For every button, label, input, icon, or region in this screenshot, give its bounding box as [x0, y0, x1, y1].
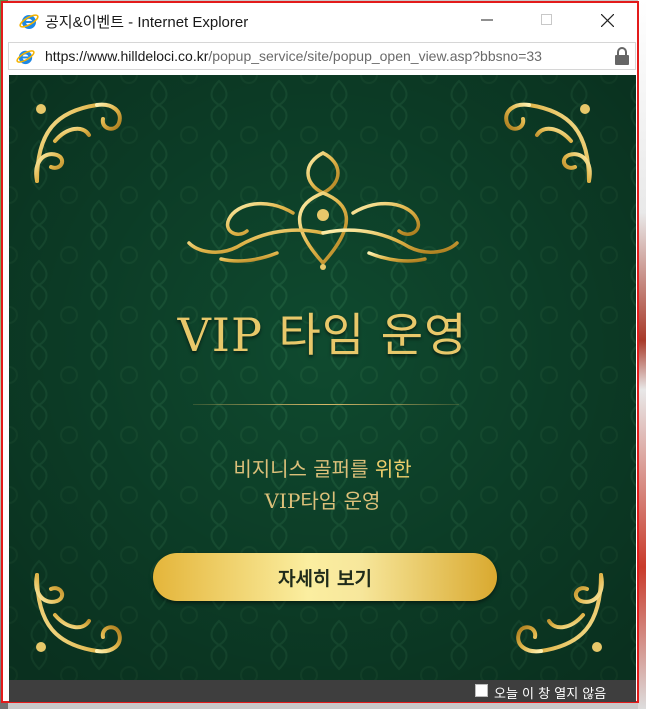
background-app-right: [638, 0, 646, 709]
dont-open-today-checkbox[interactable]: [475, 684, 488, 697]
center-ornament: [187, 151, 459, 270]
dont-open-today-label[interactable]: 오늘 이 창 열지 않음: [494, 683, 606, 702]
popup-content: VIP 타임 운영 비지니스 골퍼를 위한 VIP타임 운영 자세히 보기: [9, 75, 636, 680]
popup-heading: VIP 타임 운영: [177, 308, 468, 362]
window-title: 공지&이벤트 - Internet Explorer: [45, 14, 249, 31]
popup-window: 공지&이벤트 - Internet Explorer https://www.h…: [1, 1, 639, 703]
minimize-button[interactable]: [459, 3, 515, 37]
corner-ornament-bottom-right: [516, 573, 604, 654]
corner-ornament-top-right: [504, 102, 592, 183]
view-details-button[interactable]: 자세히 보기: [153, 553, 497, 601]
title-bar[interactable]: 공지&이벤트 - Internet Explorer: [3, 3, 637, 37]
corner-ornament-bottom-left: [34, 573, 122, 654]
corner-ornament-top-left: [34, 102, 122, 183]
address-bar[interactable]: https://www.hilldeloci.co.kr/popup_servi…: [8, 42, 636, 70]
url-path: /popup_service/site/popup_open_view.asp?…: [208, 48, 542, 64]
close-button[interactable]: [579, 3, 635, 37]
subtitle-line-1-a: 비지니스 골퍼를: [233, 457, 375, 481]
subtitle-line-2: VIP타임 운영: [264, 489, 381, 513]
subtitle-line-1: 비지니스 골퍼를 위한: [9, 453, 636, 482]
maximize-icon: [541, 14, 552, 25]
ie-icon: [19, 14, 39, 29]
lock-icon: [615, 47, 629, 65]
close-icon: [600, 13, 614, 27]
ie-icon: [16, 50, 35, 65]
url-host: https://www.hilldeloci.co.kr: [45, 48, 209, 64]
popup-footer: 오늘 이 창 열지 않음: [9, 680, 636, 702]
gold-divider: [193, 404, 459, 405]
minimize-icon: [481, 19, 493, 21]
subtitle-line-1-highlight: 위한: [374, 457, 412, 481]
url-text[interactable]: https://www.hilldeloci.co.kr/popup_servi…: [45, 48, 542, 64]
maximize-button[interactable]: [519, 3, 575, 37]
